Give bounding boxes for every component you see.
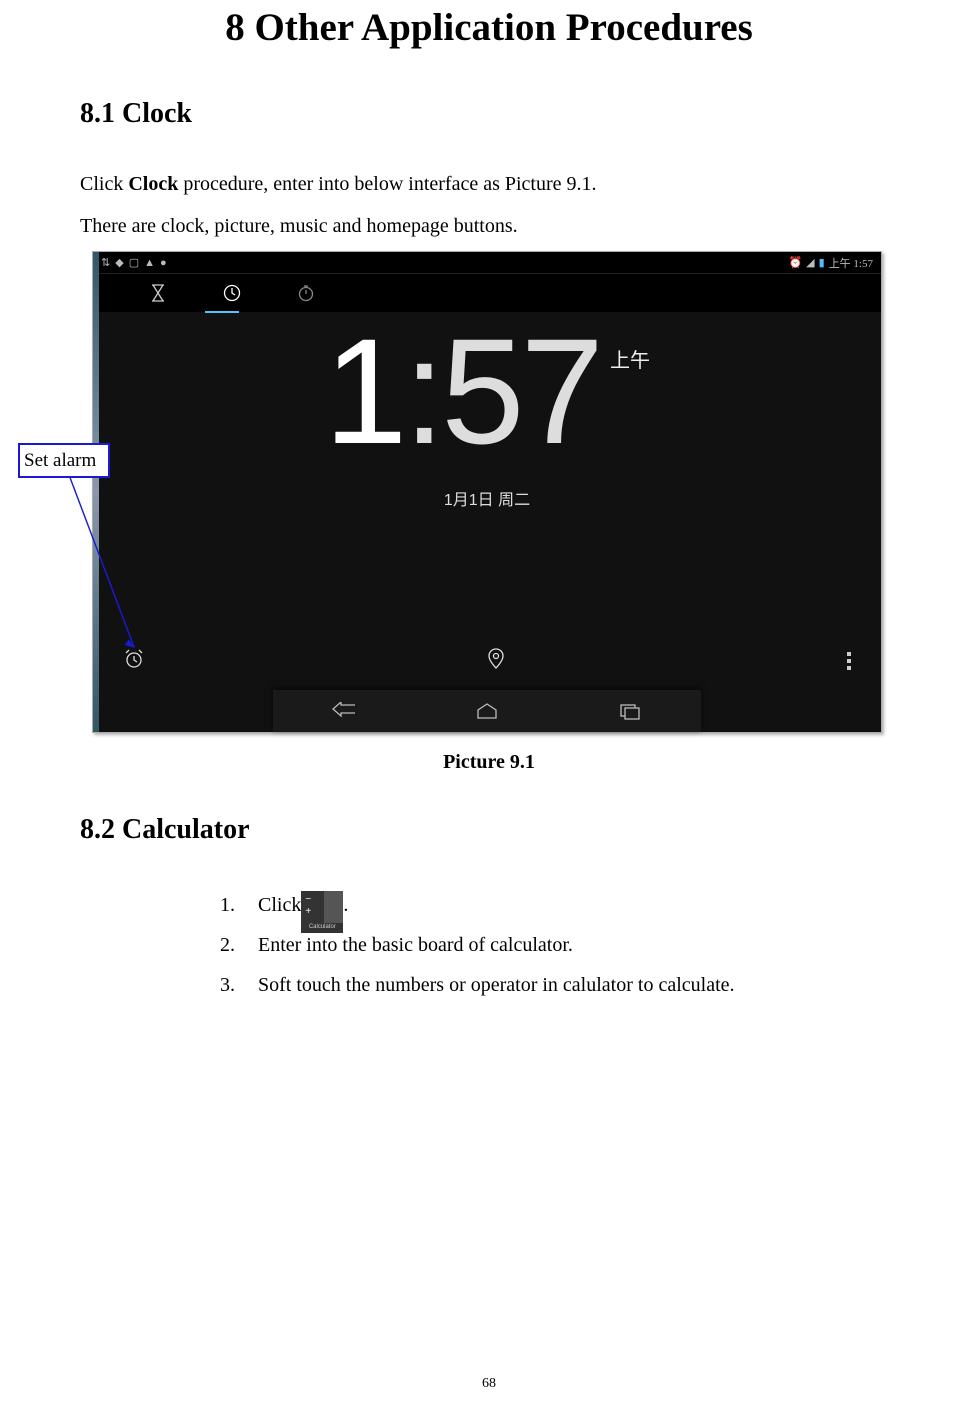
para1-clock-bold: Clock <box>128 173 178 195</box>
step-text: Click − + = Calculator . <box>258 885 348 925</box>
section-8-1-heading: 8.1 Clock <box>80 98 898 130</box>
date-label: 1月1日 周二 <box>93 486 881 510</box>
chapter-title: 8 Other Application Procedures <box>80 5 898 50</box>
time-colon: : <box>403 316 441 466</box>
status-icon: ▲ <box>144 257 155 269</box>
time-ampm: 上午 <box>610 344 650 373</box>
page-number: 68 <box>0 1376 978 1392</box>
list-item: 1. Click − + = Calculator . <box>220 885 898 925</box>
alarm-status-icon: ⏰ <box>788 256 802 269</box>
clock-app-screenshot: ⇅ ◆ ▢ ▲ ● ⏰ ◢ ▮ 上午 1:57 <box>92 251 882 733</box>
section-8-2-heading: 8.2 Calculator <box>80 814 898 846</box>
battery-icon: ▮ <box>819 256 825 269</box>
status-icon: ● <box>160 257 167 269</box>
stopwatch-tab-icon[interactable] <box>297 284 315 302</box>
calc-equals-symbol: = <box>333 901 339 911</box>
overflow-menu-icon[interactable] <box>847 652 851 670</box>
para1-suffix: procedure, enter into below interface as… <box>178 173 596 195</box>
calculator-steps-list: 1. Click − + = Calculator . 2. Enter int… <box>80 881 898 1005</box>
calc-icon-label: Calculator <box>301 921 343 933</box>
back-nav-icon[interactable] <box>331 701 357 721</box>
calculator-icon[interactable]: − + = Calculator <box>301 891 343 933</box>
status-bar: ⇅ ◆ ▢ ▲ ● ⏰ ◢ ▮ 上午 1:57 <box>93 252 881 274</box>
clock-tab-icon[interactable] <box>223 284 241 302</box>
step-text: Soft touch the numbers or operator in ca… <box>258 965 735 1005</box>
step-number: 2. <box>220 925 238 965</box>
time-row: 1 : 57 上午 <box>93 316 881 466</box>
status-icons-right: ⏰ ◢ ▮ 上午 1:57 <box>788 255 873 271</box>
calc-minus-symbol: − <box>305 895 311 905</box>
section-8-1-para2: There are clock, picture, music and home… <box>80 207 898 245</box>
status-icons-left: ⇅ ◆ ▢ ▲ ● <box>101 256 167 269</box>
clock-bottom-bar <box>93 640 881 682</box>
home-nav-icon[interactable] <box>474 701 500 721</box>
alarm-set-icon[interactable] <box>123 648 145 675</box>
status-icon: ⇅ <box>101 256 110 269</box>
status-icon: ◆ <box>115 256 123 269</box>
time-hour: 1 <box>324 316 403 466</box>
signal-icon: ◢ <box>806 256 814 269</box>
location-icon[interactable] <box>488 648 504 675</box>
list-item: 3. Soft touch the numbers or operator in… <box>220 965 898 1005</box>
para1-prefix: Click <box>80 173 128 195</box>
section-8-1-para1: Click Clock procedure, enter into below … <box>80 165 898 203</box>
status-time: 上午 1:57 <box>829 255 873 271</box>
recents-nav-icon[interactable] <box>617 701 643 721</box>
step1-post: . <box>343 894 348 916</box>
callout-label: Set alarm <box>24 450 96 472</box>
clock-display: 1 : 57 上午 1月1日 周二 <box>93 316 881 510</box>
step1-click-pre: Click <box>258 894 301 916</box>
android-nav-bar <box>273 690 701 732</box>
active-tab-indicator <box>205 311 239 313</box>
time-minutes: 57 <box>441 316 600 466</box>
status-icon: ▢ <box>129 256 139 269</box>
set-alarm-callout: Set alarm <box>18 443 110 478</box>
calc-plus-symbol: + <box>305 907 311 917</box>
step-number: 3. <box>220 965 238 1005</box>
hourglass-tab-icon[interactable] <box>149 284 167 302</box>
step-number: 1. <box>220 885 238 925</box>
figure-caption: Picture 9.1 <box>100 751 878 774</box>
